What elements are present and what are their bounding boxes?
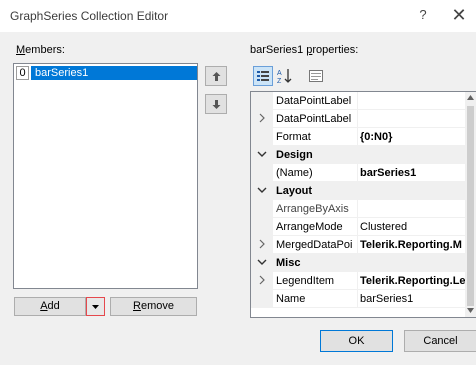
arrow-up-icon <box>212 72 221 81</box>
column-divider <box>357 110 358 127</box>
property-pages-button[interactable] <box>306 66 326 86</box>
property-name: LegendItem <box>276 275 335 287</box>
property-name: ArrangeByAxis <box>276 203 349 215</box>
property-pages-icon <box>309 70 323 82</box>
alphabetical-button[interactable]: A Z <box>275 66 295 86</box>
property-name: Format <box>276 131 311 143</box>
category-row[interactable]: Misc <box>251 254 466 272</box>
property-name: ArrangeMode <box>276 221 343 233</box>
column-divider <box>357 290 358 307</box>
property-value[interactable]: Telerik.Reporting.Le <box>360 275 466 287</box>
property-name: (Name) <box>276 167 313 179</box>
property-value[interactable]: barSeries1 <box>360 167 466 179</box>
property-name: DataPointLabel <box>276 95 352 107</box>
chevron-right-icon[interactable] <box>257 113 266 123</box>
property-value[interactable]: Clustered <box>360 221 466 233</box>
property-row[interactable]: LegendItem Telerik.Reporting.Le <box>251 272 466 290</box>
chevron-right-icon[interactable] <box>257 239 266 249</box>
property-grid-scrollbar[interactable] <box>465 92 476 317</box>
caret-down-icon <box>92 305 99 309</box>
add-dropdown-button[interactable] <box>86 297 105 316</box>
scrollbar-thumb[interactable] <box>467 106 474 306</box>
chevron-down-icon[interactable] <box>257 185 267 195</box>
property-value[interactable]: {0:N0} <box>360 131 466 143</box>
property-name: DataPointLabel <box>276 113 352 125</box>
add-button[interactable]: Add <box>14 297 86 316</box>
column-divider <box>357 218 358 235</box>
member-item[interactable]: 0 barSeries1 <box>16 66 197 80</box>
row-gutter <box>251 128 273 145</box>
chevron-right-icon[interactable] <box>257 275 266 285</box>
property-row[interactable]: (Name) barSeries1 <box>251 164 466 182</box>
column-divider <box>357 200 358 217</box>
help-button[interactable]: ? <box>413 7 433 25</box>
property-row[interactable]: DataPointLabel <box>251 110 466 128</box>
ok-button[interactable]: OK <box>320 330 393 352</box>
property-grid[interactable]: DataPointLabel DataPointLabel Format {0:… <box>250 91 476 318</box>
category-name: Misc <box>276 257 301 269</box>
property-row[interactable]: DataPointLabel <box>251 92 466 110</box>
move-down-button[interactable] <box>205 94 227 114</box>
column-divider <box>357 236 358 253</box>
title-bar: GraphSeries Collection Editor ? ✕ <box>0 0 476 32</box>
cancel-button[interactable]: Cancel <box>404 330 476 352</box>
property-value[interactable]: Telerik.Reporting.M <box>360 239 466 251</box>
row-gutter <box>251 164 273 181</box>
category-row[interactable]: Design <box>251 146 466 164</box>
category-row[interactable]: Layout <box>251 182 466 200</box>
member-name[interactable]: barSeries1 <box>31 66 197 80</box>
row-gutter <box>251 92 273 109</box>
close-button[interactable]: ✕ <box>447 3 471 27</box>
window-title: GraphSeries Collection Editor <box>10 9 169 23</box>
property-row[interactable]: ArrangeByAxis <box>251 200 466 218</box>
members-list[interactable]: 0 barSeries1 <box>13 63 198 289</box>
column-divider <box>357 272 358 289</box>
categorized-button[interactable] <box>253 66 273 86</box>
scroll-up-icon[interactable] <box>467 95 474 100</box>
member-index: 0 <box>16 66 29 80</box>
column-divider <box>357 128 358 145</box>
column-divider <box>357 92 358 109</box>
svg-text:Z: Z <box>277 78 282 84</box>
chevron-down-icon[interactable] <box>257 257 267 267</box>
property-value[interactable]: barSeries1 <box>360 293 466 305</box>
scroll-down-icon[interactable] <box>467 308 474 313</box>
property-row[interactable]: Format {0:N0} <box>251 128 466 146</box>
row-gutter <box>251 218 273 235</box>
property-row[interactable]: Name barSeries1 <box>251 290 466 308</box>
move-up-button[interactable] <box>205 66 227 86</box>
categorized-icon <box>257 71 269 81</box>
category-name: Layout <box>276 185 313 197</box>
svg-text:A: A <box>277 70 282 77</box>
chevron-down-icon[interactable] <box>257 149 267 159</box>
property-name: Name <box>276 293 306 305</box>
column-divider <box>357 164 358 181</box>
row-gutter <box>251 290 273 307</box>
property-row[interactable]: MergedDataPoi Telerik.Reporting.M <box>251 236 466 254</box>
alphabetical-icon: A Z <box>277 69 292 84</box>
category-name: Design <box>276 149 313 161</box>
remove-button[interactable]: Remove <box>110 297 197 316</box>
arrow-down-icon <box>212 100 221 109</box>
property-row[interactable]: ArrangeMode Clustered <box>251 218 466 236</box>
property-name: MergedDataPoi <box>276 239 353 251</box>
members-label: Members: <box>16 44 65 56</box>
properties-label: barSeries1 properties: <box>250 44 359 56</box>
row-gutter <box>251 200 273 217</box>
